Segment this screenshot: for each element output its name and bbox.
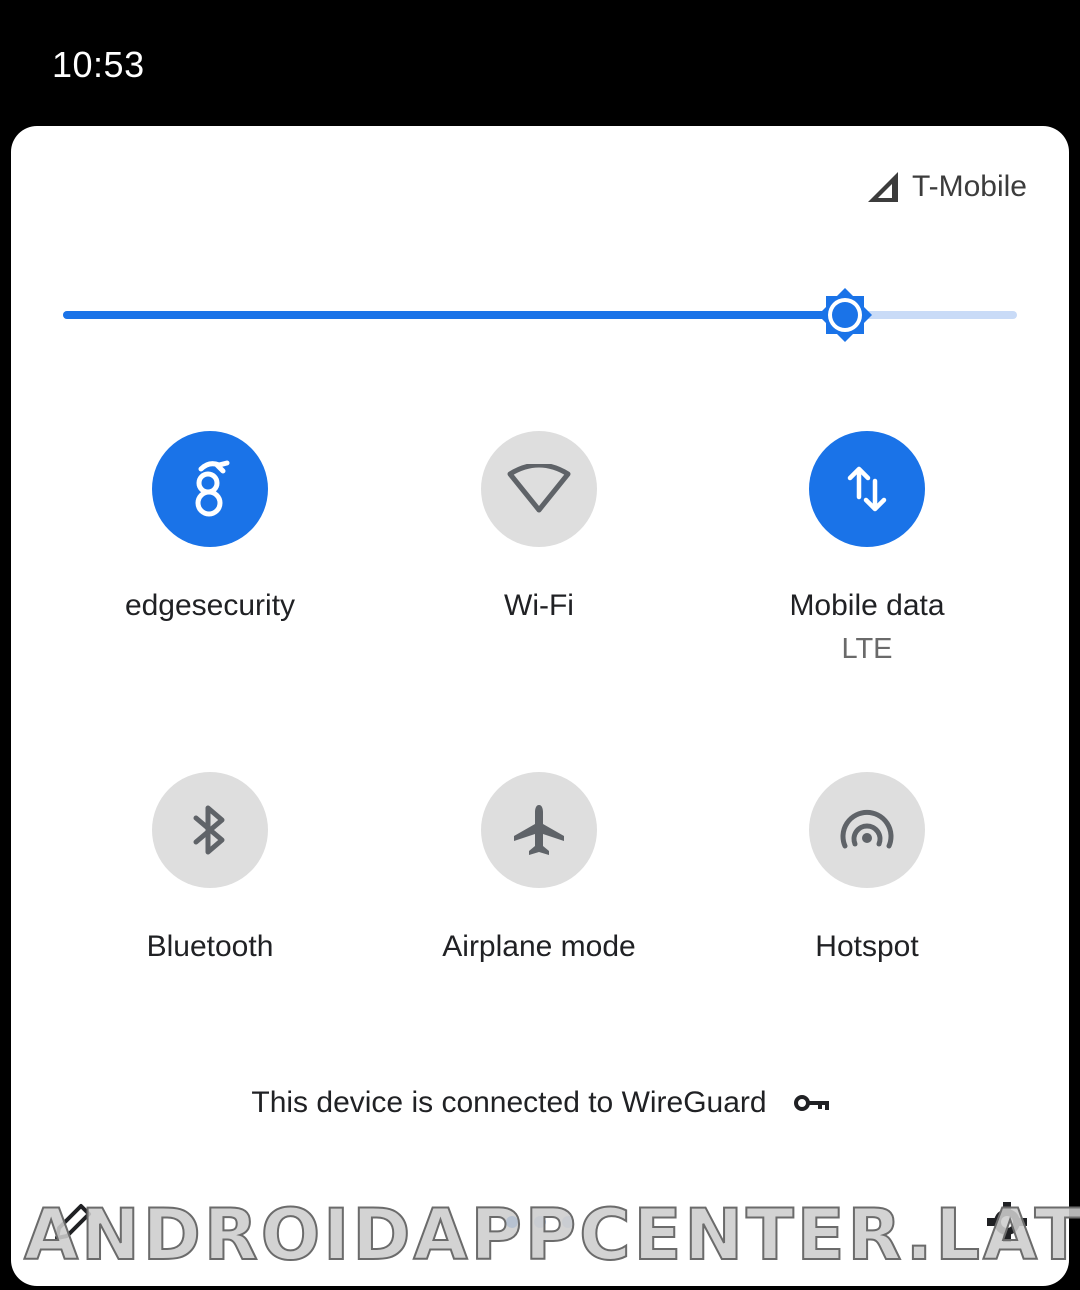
brightness-track-fill	[63, 311, 846, 319]
page-dot[interactable]	[506, 1216, 518, 1228]
page-indicator	[11, 1216, 1069, 1228]
tile-mobile-data-label: Mobile data	[789, 589, 945, 622]
status-bar: 10:53	[0, 0, 1080, 126]
page-dot[interactable]	[562, 1216, 574, 1228]
tile-mobile-data-sublabel: LTE	[841, 633, 893, 665]
brightness-thumb-icon[interactable]	[816, 286, 874, 344]
mobile-data-icon	[847, 466, 887, 512]
vpn-key-icon	[793, 1095, 829, 1111]
tile-bluetooth-button[interactable]	[152, 772, 268, 888]
tile-edgesecurity[interactable]: edgesecurity	[60, 431, 360, 623]
tile-bluetooth[interactable]: Bluetooth	[60, 772, 360, 964]
carrier-name: T-Mobile	[911, 170, 1027, 203]
tile-hotspot-label: Hotspot	[815, 930, 919, 963]
wifi-icon	[507, 464, 571, 513]
brightness-slider[interactable]	[63, 288, 1017, 342]
hotspot-icon	[840, 809, 894, 849]
status-clock: 10:53	[52, 44, 145, 85]
quick-settings-panel: T-Mobile edgesecurity Wi-Fi Mobile data …	[11, 126, 1069, 1286]
wireguard-dragon-icon	[195, 460, 230, 517]
quick-settings-footer	[11, 1186, 1069, 1266]
tile-wifi-label: Wi-Fi	[504, 589, 574, 622]
signal-icon	[867, 172, 898, 202]
vpn-status-notice[interactable]: This device is connected to WireGuard	[11, 1086, 1069, 1120]
tile-airplane-mode-label: Airplane mode	[442, 930, 636, 963]
tile-wifi-button[interactable]	[481, 431, 597, 547]
tile-edgesecurity-button[interactable]	[152, 431, 268, 547]
tile-mobile-data-button[interactable]	[809, 431, 925, 547]
tile-bluetooth-label: Bluetooth	[146, 930, 274, 963]
bluetooth-icon	[193, 805, 225, 855]
tile-hotspot-button[interactable]	[809, 772, 925, 888]
airplane-icon	[514, 805, 564, 855]
tile-wifi[interactable]: Wi-Fi	[389, 431, 689, 623]
vpn-status-text: This device is connected to WireGuard	[251, 1086, 767, 1119]
carrier-indicator[interactable]: T-Mobile	[866, 170, 1027, 204]
tile-mobile-data[interactable]: Mobile data LTE	[717, 431, 1017, 666]
gear-icon[interactable]	[985, 1200, 1029, 1244]
tile-hotspot[interactable]: Hotspot	[717, 772, 1017, 964]
tile-edgesecurity-label: edgesecurity	[124, 589, 296, 622]
tile-airplane-mode-button[interactable]	[481, 772, 597, 888]
tile-airplane-mode[interactable]: Airplane mode	[389, 772, 689, 964]
page-dot[interactable]	[534, 1216, 546, 1228]
